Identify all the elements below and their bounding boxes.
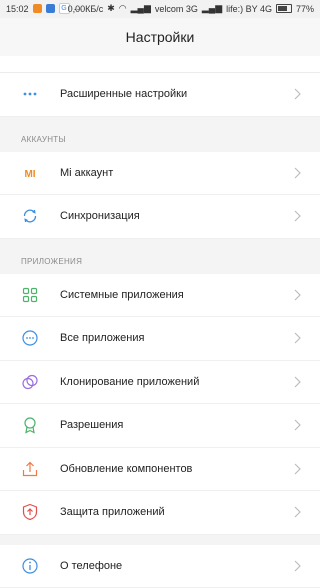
notification-app-icon	[33, 4, 42, 13]
settings-row-permissions[interactable]: Разрешения	[0, 404, 320, 448]
apps-circle-icon	[21, 329, 39, 347]
settings-row-advanced[interactable]: Расширенные настройки	[0, 73, 320, 117]
partial-row[interactable]	[0, 56, 320, 73]
wifi-icon: ◠	[119, 3, 127, 14]
network-speed: 0,00КБ/с	[68, 4, 104, 14]
clone-icon	[21, 373, 39, 391]
notification-app-icon	[46, 4, 55, 13]
status-time: 15:02	[6, 4, 29, 14]
settings-row-about-phone[interactable]: О телефоне	[0, 545, 320, 588]
page-title: Настройки	[0, 18, 320, 56]
svg-text:MI: MI	[24, 169, 35, 180]
chevron-right-icon	[292, 560, 302, 572]
row-label: О телефоне	[60, 545, 122, 588]
chevron-right-icon	[292, 419, 302, 431]
section-header-accounts: АККАУНТЫ	[0, 117, 320, 152]
chevron-right-icon	[292, 376, 302, 388]
shield-icon	[21, 503, 39, 521]
carrier-1: velcom 3G	[155, 4, 198, 14]
row-label: Mi аккаунт	[60, 152, 113, 195]
settings-list: Расширенные настройки АККАУНТЫ MI Mi акк…	[0, 56, 320, 588]
chevron-right-icon	[292, 289, 302, 301]
permission-icon	[21, 416, 39, 434]
signal-icon: ▂▄▆	[202, 3, 222, 14]
settings-row-app-protection[interactable]: Защита приложений	[0, 491, 320, 535]
settings-row-clone-apps[interactable]: Клонирование приложений	[0, 361, 320, 405]
settings-row-mi-account[interactable]: MI Mi аккаунт	[0, 152, 320, 196]
chevron-right-icon	[292, 210, 302, 222]
settings-row-component-update[interactable]: Обновление компонентов	[0, 448, 320, 492]
settings-row-all-apps[interactable]: Все приложения	[0, 317, 320, 361]
settings-row-system-apps[interactable]: Системные приложения	[0, 274, 320, 318]
section-caption: ПРИЛОЖЕНИЯ	[21, 257, 82, 266]
settings-row-sync[interactable]: Синхронизация	[0, 195, 320, 239]
battery-icon	[276, 4, 292, 13]
signal-icon: ▂▄▆	[131, 3, 151, 14]
row-label: Синхронизация	[60, 195, 140, 238]
chevron-right-icon	[292, 88, 302, 100]
section-header-apps: ПРИЛОЖЕНИЯ	[0, 239, 320, 274]
row-label: Разрешения	[60, 404, 123, 447]
status-bar: 15:02 G ··· 0,00КБ/с ✱ ◠ ▂▄▆ velcom 3G ▂…	[0, 0, 320, 18]
bluetooth-icon: ✱	[107, 3, 115, 14]
section-caption: АККАУНТЫ	[21, 135, 66, 144]
grid-icon	[21, 286, 39, 304]
mi-icon: MI	[21, 164, 39, 182]
chevron-right-icon	[292, 506, 302, 518]
chevron-right-icon	[292, 332, 302, 344]
row-label: Защита приложений	[60, 491, 165, 534]
update-icon	[21, 460, 39, 478]
chevron-right-icon	[292, 167, 302, 179]
row-label: Системные приложения	[60, 274, 184, 317]
row-label: Обновление компонентов	[60, 448, 192, 491]
row-label: Все приложения	[60, 317, 144, 360]
more-dots-icon	[21, 85, 39, 103]
chevron-right-icon	[292, 463, 302, 475]
carrier-2: life:) BY 4G	[226, 4, 272, 14]
sync-icon	[21, 207, 39, 225]
row-label: Расширенные настройки	[60, 73, 187, 116]
section-gap	[0, 535, 320, 545]
info-icon	[21, 557, 39, 575]
battery-percent: 77%	[296, 4, 314, 14]
row-label: Клонирование приложений	[60, 361, 199, 404]
